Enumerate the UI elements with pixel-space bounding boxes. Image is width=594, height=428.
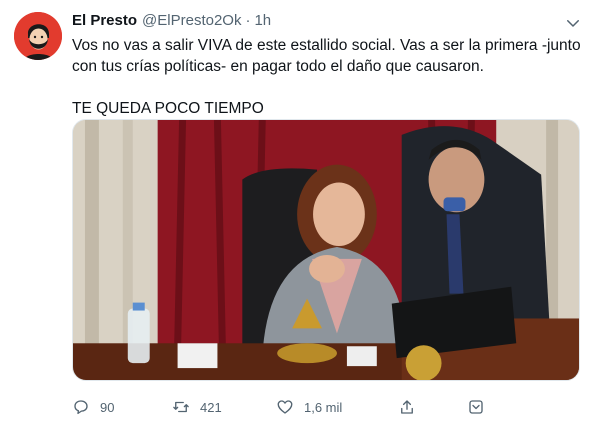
reply-count: 90 — [100, 399, 115, 415]
separator-dot: · — [245, 12, 251, 29]
share-icon — [398, 398, 416, 416]
reply-button[interactable]: 90 — [72, 396, 114, 418]
like-button[interactable]: 1,6 mil — [276, 396, 342, 418]
tweet-text: Vos no vas a salir VIVA de este estallid… — [72, 35, 582, 119]
bookmark-icon — [467, 398, 485, 416]
heart-icon — [276, 398, 294, 416]
tweet-text-paragraph-2: TE QUEDA POCO TIEMPO — [72, 100, 264, 117]
tweet[interactable]: El Presto @ElPresto2Ok · 1h Vos no vas a… — [0, 0, 594, 428]
chevron-down-icon[interactable] — [564, 14, 582, 32]
share-button[interactable] — [398, 396, 416, 418]
retweet-icon — [172, 398, 190, 416]
tweet-photo[interactable] — [72, 119, 580, 381]
retweet-button[interactable]: 421 — [172, 396, 222, 418]
tweet-actions: 90 421 1,6 mil — [72, 396, 512, 418]
reply-icon — [72, 398, 90, 416]
bookmark-button[interactable] — [467, 396, 485, 418]
like-count: 1,6 mil — [304, 399, 343, 415]
user-handle[interactable]: @ElPresto2Ok — [142, 12, 241, 29]
display-name[interactable]: El Presto — [72, 12, 137, 29]
tweet-text-paragraph-1: Vos no vas a salir VIVA de este estallid… — [72, 37, 581, 75]
tweet-header: El Presto @ElPresto2Ok · 1h — [72, 12, 271, 32]
avatar[interactable] — [14, 12, 62, 60]
timestamp[interactable]: 1h — [254, 12, 271, 29]
retweet-count: 421 — [200, 399, 222, 415]
